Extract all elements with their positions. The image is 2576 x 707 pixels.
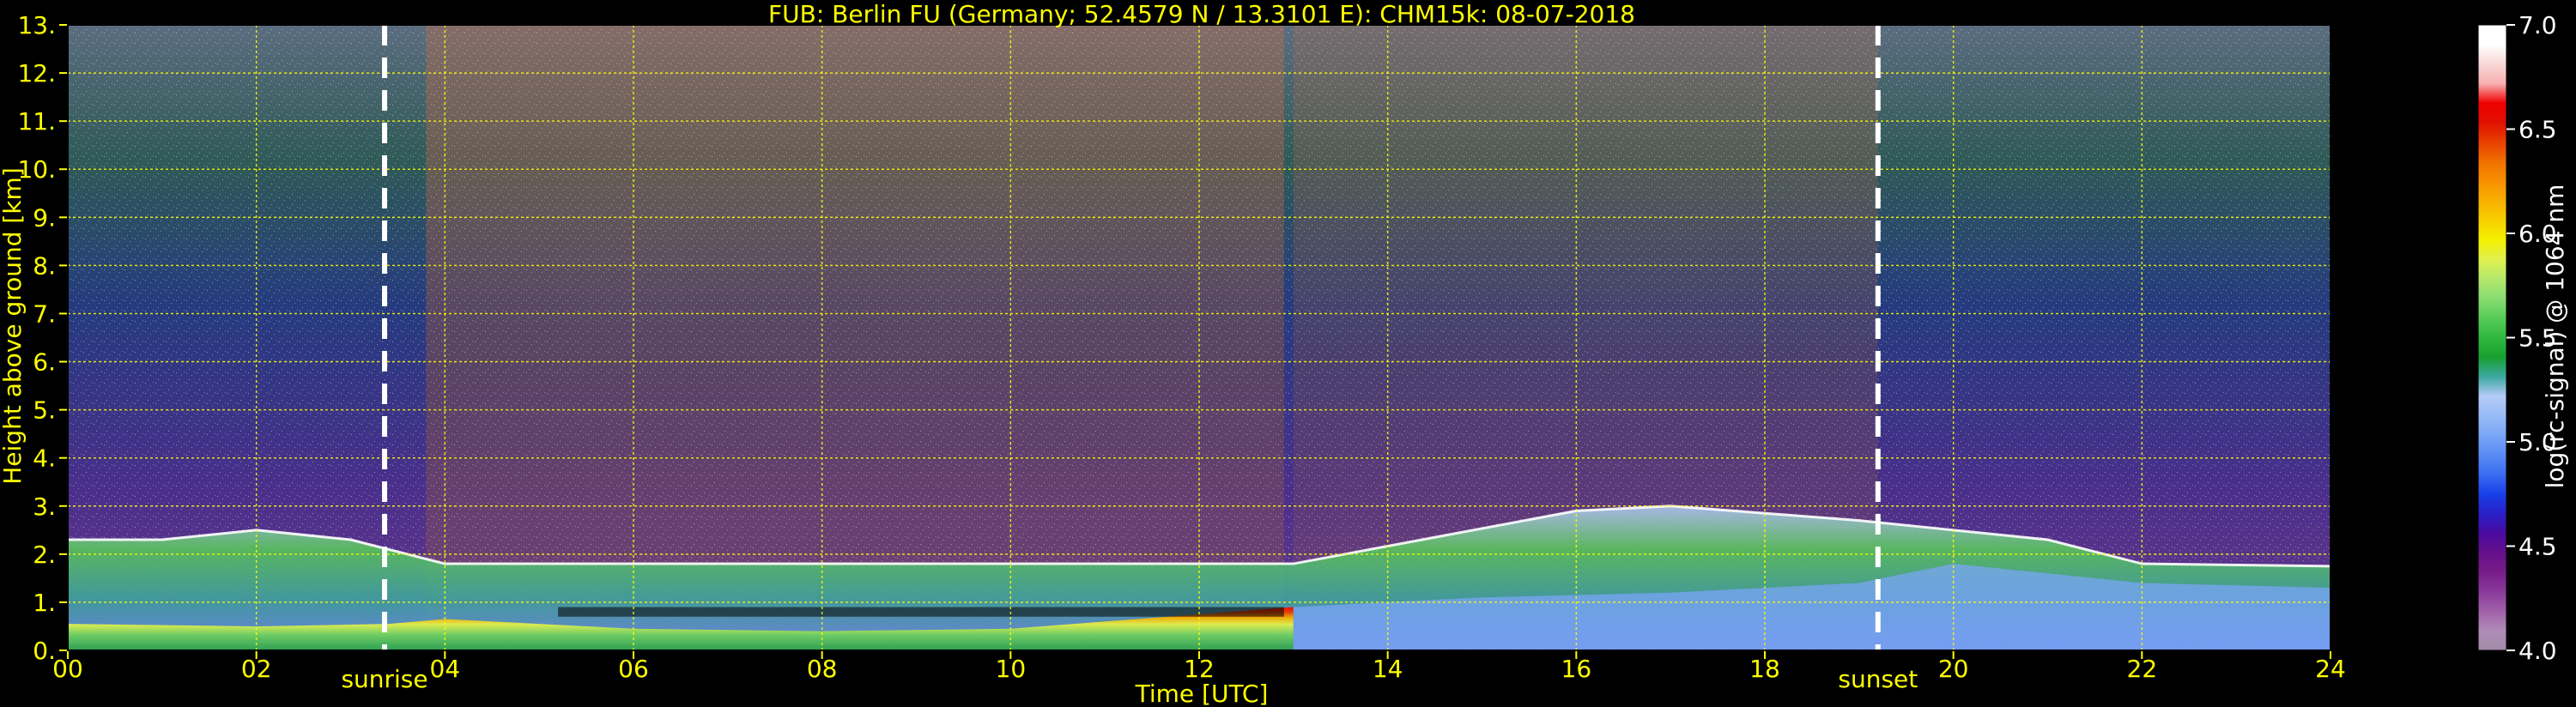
x-tick-label: 22 [2127, 655, 2158, 683]
y-tick-label: 2. [33, 541, 56, 569]
lidar-heatmap-figure: sunrise sunset00 02 04 06 08 10 12 14 16 18 20 22 240… [0, 0, 2569, 707]
x-tick-label: 00 [52, 655, 83, 683]
attenuation-band [558, 607, 1284, 617]
plot-area [67, 24, 2331, 651]
y-tick-label: 11. [17, 107, 56, 136]
x-axis-label: Time [UTC] [1135, 680, 1269, 707]
y-tick-label: 3. [33, 492, 56, 521]
x-tick-label: 24 [2315, 655, 2346, 683]
colorbar-gradient [2477, 24, 2507, 651]
x-tick-label: 10 [996, 655, 1027, 683]
x-tick-label: 06 [618, 655, 649, 683]
y-tick-label: 1. [33, 589, 56, 617]
colorbar-tick-label: 4.0 [2518, 637, 2557, 665]
x-tick-label: 02 [241, 655, 272, 683]
chart-title: FUB: Berlin FU (Germany; 52.4579 N / 13.… [768, 0, 1635, 28]
colorbar-tick-label: 7.0 [2518, 11, 2557, 39]
y-tick-label: 6. [33, 348, 56, 377]
x-tick-label: 14 [1373, 655, 1403, 683]
colorbar-label: log(rc-signal) @ 1064 nm [2541, 184, 2569, 489]
time-marker-label: sunset [1838, 665, 1918, 693]
y-tick-label: 9. [33, 203, 56, 232]
x-tick-label: 16 [1561, 655, 1592, 683]
time-marker-label: sunrise [341, 665, 427, 693]
y-tick-label: 7. [33, 299, 56, 328]
y-tick-label: 0. [33, 637, 56, 665]
y-tick-label: 12. [17, 59, 56, 88]
colorbar-tick-label: 4.5 [2518, 533, 2557, 561]
y-tick-label: 4. [33, 444, 56, 473]
y-tick-label: 8. [33, 251, 56, 280]
x-tick-label: 08 [807, 655, 838, 683]
y-tick-label: 13. [17, 11, 56, 39]
x-tick-label: 04 [430, 655, 461, 683]
y-tick-label: 5. [33, 396, 56, 425]
x-tick-label: 18 [1749, 655, 1780, 683]
x-tick-label: 20 [1938, 655, 1969, 683]
y-axis-label: Height above ground [km] [0, 167, 27, 485]
colorbar-tick-label: 6.5 [2518, 116, 2557, 144]
